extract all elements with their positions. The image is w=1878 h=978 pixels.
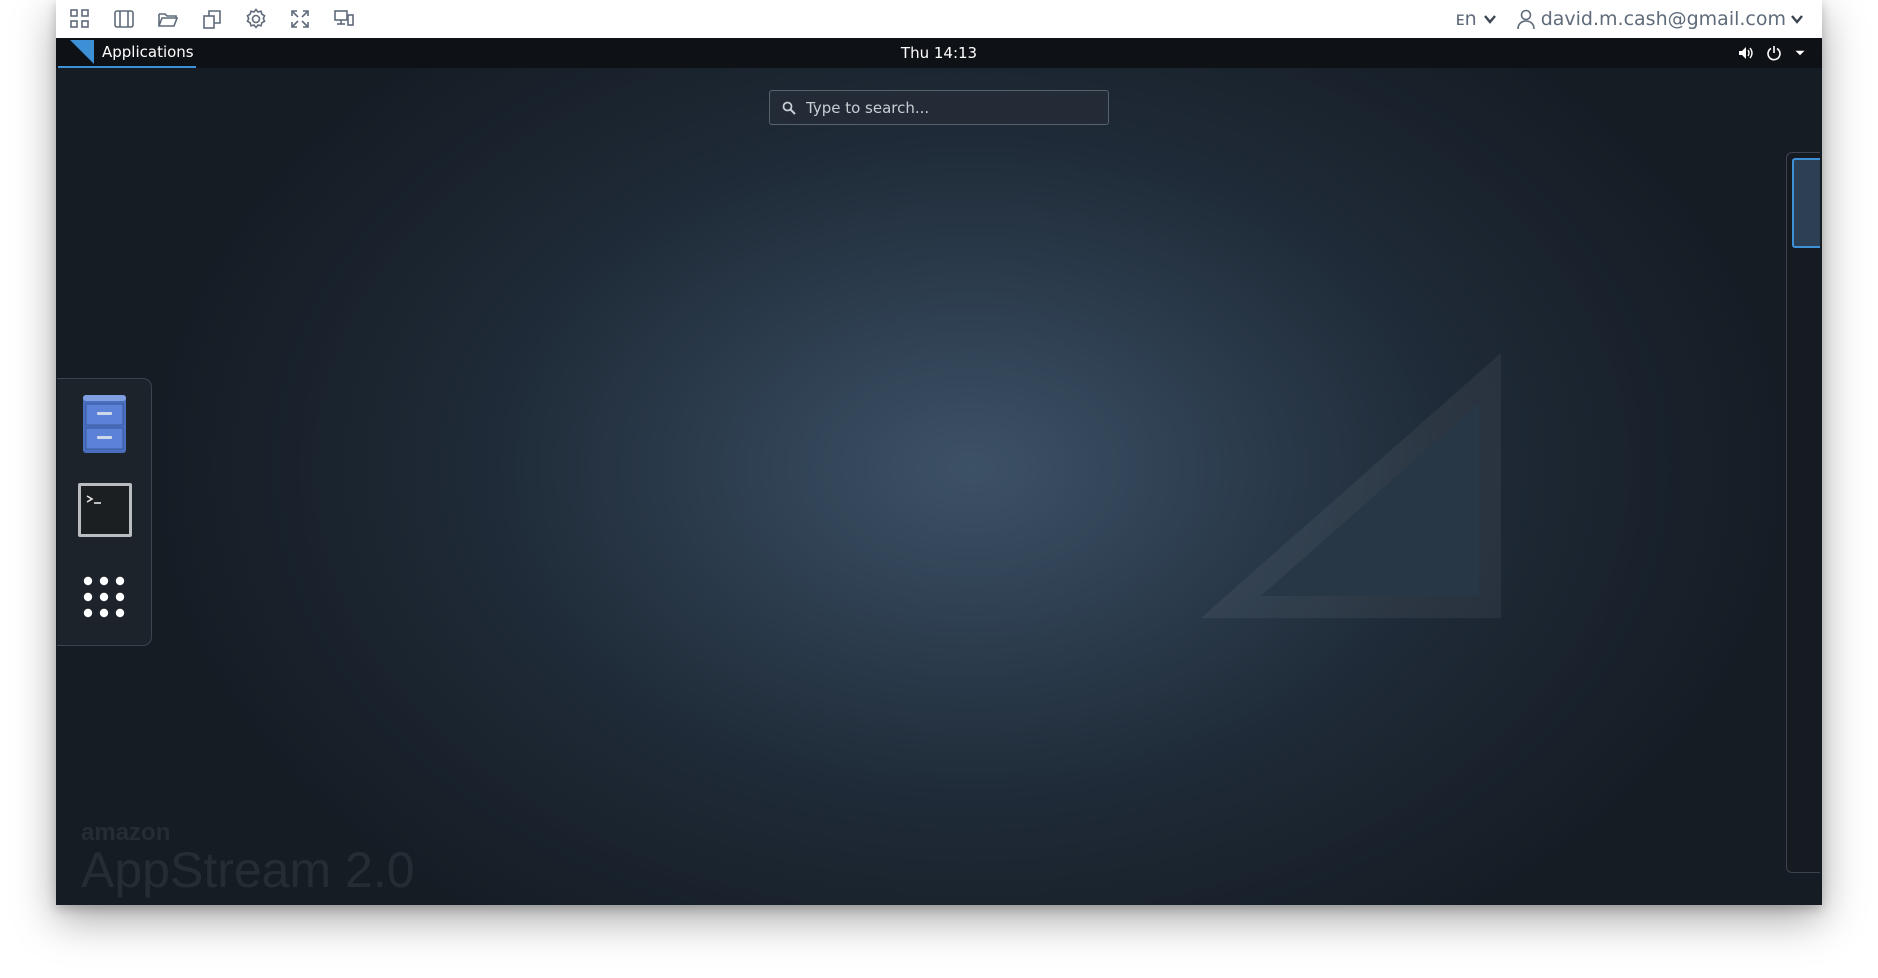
display-icon[interactable] (332, 7, 356, 31)
dropdown-arrow-icon (1795, 50, 1805, 56)
folder-open-icon[interactable] (156, 7, 180, 31)
clipboard-copy-icon[interactable] (200, 7, 224, 31)
volume-icon (1739, 47, 1753, 59)
window-split-icon[interactable] (112, 7, 136, 31)
search-box[interactable] (769, 90, 1109, 125)
apps-grid-icon[interactable] (68, 7, 92, 31)
clock[interactable]: Thu 14:13 (56, 38, 1822, 68)
chevron-down-icon (1483, 15, 1496, 24)
search-input[interactable] (806, 98, 1086, 117)
fullscreen-icon[interactable] (288, 7, 312, 31)
search-icon (782, 101, 796, 115)
gnome-top-bar: Applications Thu 14:13 (56, 38, 1822, 68)
appstream-watermark: amazon AppStream 2.0 (81, 821, 415, 898)
chevron-down-icon (1791, 15, 1803, 24)
watermark-appstream: AppStream 2.0 (81, 842, 415, 898)
appstream-toolbar: ᴇn david.m.cash@gmail.com (56, 0, 1822, 38)
user-icon (1516, 9, 1535, 30)
user-menu[interactable]: david.m.cash@gmail.com (1515, 8, 1804, 30)
dash-panel (57, 378, 152, 646)
appstream-watermark-icon (1201, 353, 1501, 618)
workspace-thumbnail[interactable] (1792, 158, 1820, 248)
user-email: david.m.cash@gmail.com (1540, 8, 1786, 30)
appstream-window: ᴇn david.m.cash@gmail.com Applications T… (56, 0, 1822, 905)
files-cabinet-icon[interactable] (77, 391, 132, 455)
desktop-background: Applications Thu 14:13 Type to search...… (56, 38, 1822, 905)
show-applications-icon[interactable] (77, 567, 132, 631)
power-icon (1767, 46, 1781, 61)
system-menu[interactable] (1738, 38, 1806, 68)
settings-gear-icon[interactable] (244, 7, 268, 31)
terminal-icon[interactable] (77, 479, 132, 543)
language-label: ᴇn (1455, 8, 1477, 30)
language-selector[interactable]: ᴇn (1455, 8, 1496, 30)
workspace-switcher (1786, 152, 1820, 873)
